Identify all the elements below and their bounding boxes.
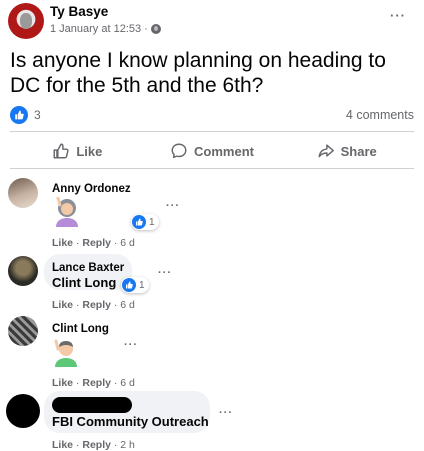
comment-actions: Like · Reply · 6 d <box>52 237 135 249</box>
commenter-avatar[interactable] <box>8 316 38 346</box>
comment-label: Comment <box>194 143 254 159</box>
like-reaction-icon <box>132 215 146 229</box>
commenter-name[interactable]: Clint Long <box>52 323 109 335</box>
share-label: Share <box>340 143 377 159</box>
separator: · <box>73 439 83 451</box>
commenter-name-redacted <box>52 397 132 413</box>
comment-actions: Like · Reply · 6 d <box>52 377 135 389</box>
comment-age[interactable]: 6 d <box>120 237 135 249</box>
post-meta: 1 January at 12:53 · <box>50 23 161 35</box>
separator: · <box>73 237 83 249</box>
commenter-name[interactable]: Lance Baxter <box>52 262 124 274</box>
comment-more-button[interactable]: ··· <box>124 339 138 351</box>
post-timestamp[interactable]: 1 January at 12:53 <box>50 23 141 35</box>
comment-text[interactable]: FBI Community Outreach <box>52 414 209 429</box>
comment-text[interactable]: Clint Long <box>52 275 116 290</box>
comment-actions: Like · Reply · 6 d <box>52 299 135 311</box>
divider <box>10 168 414 169</box>
comment-button[interactable]: Comment <box>145 137 280 165</box>
reaction-summary[interactable]: 3 <box>10 106 41 124</box>
author-name[interactable]: Ty Basye <box>50 4 108 19</box>
separator: · <box>110 377 121 389</box>
reaction-count: 1 <box>149 216 155 228</box>
share-icon <box>318 144 334 158</box>
comment-like-link[interactable]: Like <box>52 237 73 249</box>
separator: · <box>73 299 83 311</box>
comment-more-button[interactable]: ··· <box>158 267 172 279</box>
post-more-button[interactable]: ··· <box>390 8 406 23</box>
like-label: Like <box>76 143 103 159</box>
separator: · <box>110 299 121 311</box>
comment-reply-link[interactable]: Reply <box>82 237 111 249</box>
commenter-name[interactable]: Anny Ordonez <box>52 183 131 195</box>
comment-reply-link[interactable]: Reply <box>82 299 111 311</box>
commenter-avatar[interactable] <box>8 256 38 286</box>
comment-more-button[interactable]: ··· <box>166 200 180 212</box>
commenter-avatar[interactable] <box>8 178 38 208</box>
sticker-man-raising-hand <box>52 339 80 372</box>
comment-like-link[interactable]: Like <box>52 439 73 451</box>
comment-more-button[interactable]: ··· <box>219 407 233 419</box>
comment-like-link[interactable]: Like <box>52 299 73 311</box>
comment-age[interactable]: 6 d <box>120 299 135 311</box>
comment-reply-link[interactable]: Reply <box>82 439 111 451</box>
comment-like-link[interactable]: Like <box>52 377 73 389</box>
thumbs-up-icon <box>53 143 69 159</box>
reaction-count: 1 <box>139 279 145 291</box>
separator: · <box>73 377 83 389</box>
comment-age[interactable]: 6 d <box>120 377 135 389</box>
comment-reaction-pill[interactable]: 1 <box>121 277 149 293</box>
author-avatar[interactable] <box>8 3 44 39</box>
divider <box>10 131 414 132</box>
comments-count-link[interactable]: 4 comments <box>346 108 414 122</box>
meta-separator: · <box>144 23 148 35</box>
commenter-avatar-redacted[interactable] <box>6 394 40 428</box>
comment-icon <box>171 143 187 159</box>
comment-reply-link[interactable]: Reply <box>82 377 111 389</box>
like-button[interactable]: Like <box>10 137 145 165</box>
reaction-count: 3 <box>34 108 41 122</box>
sticker-woman-raising-hand <box>52 196 82 232</box>
like-reaction-icon <box>122 278 136 292</box>
like-reaction-icon <box>10 106 28 124</box>
post-actions: Like Comment Share <box>10 137 414 165</box>
separator: · <box>110 237 121 249</box>
comment-age[interactable]: 2 h <box>120 439 135 451</box>
post-text: Is anyone I know planning on heading to … <box>10 49 386 97</box>
share-button[interactable]: Share <box>279 137 414 165</box>
separator: · <box>110 439 121 451</box>
comment-actions: Like · Reply · 2 h <box>52 439 135 451</box>
globe-icon <box>150 24 161 34</box>
comment-reaction-pill[interactable]: 1 <box>131 214 159 230</box>
